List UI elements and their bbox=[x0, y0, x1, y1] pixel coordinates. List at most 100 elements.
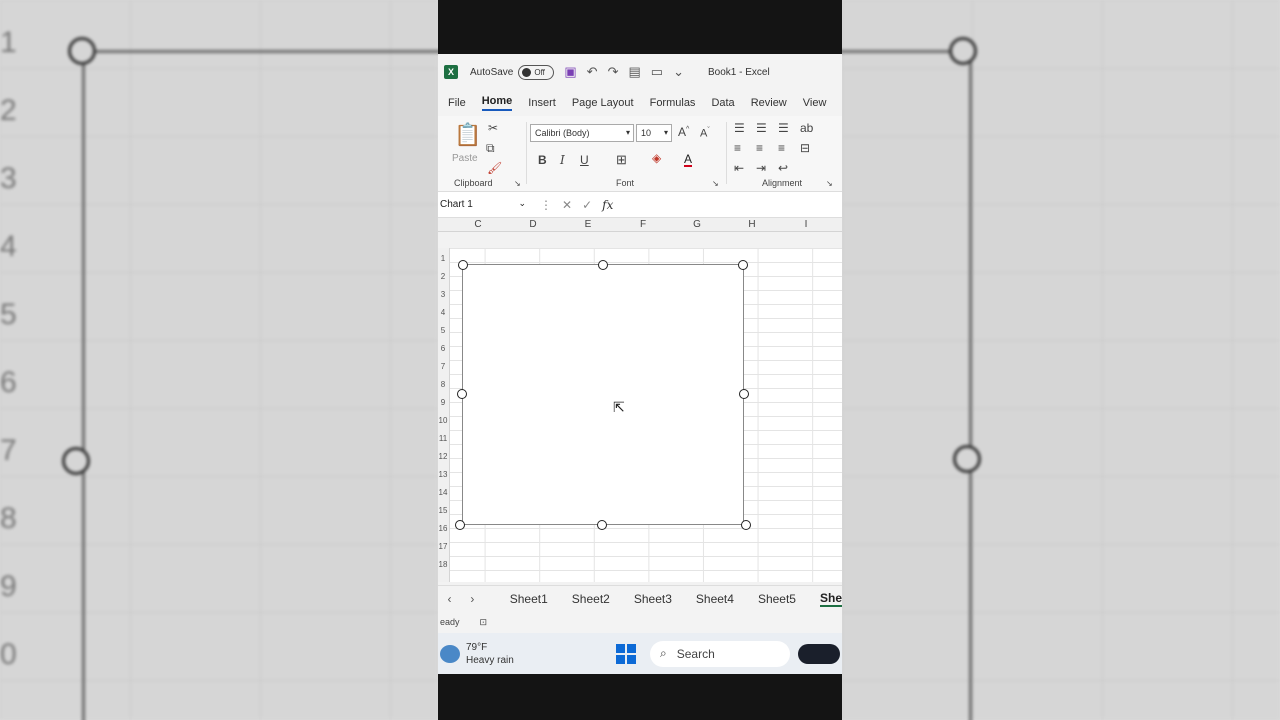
row-header[interactable]: 2 bbox=[438, 272, 448, 281]
column-header-c[interactable]: C bbox=[451, 219, 505, 230]
tab-page-layout[interactable]: Page Layout bbox=[572, 97, 634, 109]
alignment-group: ☰ ☰ ☰ ab ≡ ≡ ≡ ⊟ ⇤ ⇥ ↩ Alignment ↘ bbox=[728, 116, 842, 192]
undo-icon[interactable]: ↶ bbox=[587, 64, 598, 80]
weather-widget[interactable]: 79°F Heavy rain bbox=[438, 641, 616, 667]
customize-toolbar-icon[interactable]: ⌄ bbox=[673, 64, 684, 80]
wrap-text-icon[interactable]: ↩ bbox=[778, 162, 788, 174]
sheet-tab-4[interactable]: Sheet4 bbox=[696, 592, 734, 606]
resize-handle-top-left[interactable] bbox=[458, 260, 468, 270]
accessibility-icon[interactable]: ⊡ bbox=[480, 617, 488, 628]
row-header[interactable]: 10 bbox=[438, 416, 448, 425]
redo-icon[interactable]: ↷ bbox=[608, 64, 619, 80]
borders-icon[interactable]: ⊞ bbox=[616, 153, 627, 166]
row-header[interactable]: 1 bbox=[438, 254, 448, 263]
decrease-indent-icon[interactable]: ⇤ bbox=[734, 162, 744, 174]
column-header-g[interactable]: G bbox=[670, 219, 724, 230]
column-header-f[interactable]: F bbox=[616, 219, 670, 230]
row-header[interactable]: 8 bbox=[438, 380, 448, 389]
decrease-font-icon[interactable]: Aˇ bbox=[700, 127, 710, 140]
align-right-icon[interactable]: ≡ bbox=[778, 142, 785, 154]
column-header-i[interactable]: I bbox=[779, 219, 833, 230]
tab-review[interactable]: Review bbox=[751, 97, 787, 109]
enter-icon[interactable]: ✓ bbox=[582, 198, 592, 212]
fill-color-icon[interactable]: ◈ bbox=[652, 152, 661, 164]
align-middle-icon[interactable]: ☰ bbox=[756, 122, 767, 134]
tab-file[interactable]: File bbox=[448, 97, 466, 109]
chevron-left-icon[interactable]: ‹ bbox=[438, 592, 461, 606]
row-header[interactable]: 16 bbox=[438, 524, 448, 533]
tab-home[interactable]: Home bbox=[481, 95, 513, 111]
taskbar-app-icon[interactable] bbox=[798, 643, 840, 664]
cut-icon[interactable]: ✂ bbox=[488, 122, 498, 134]
row-header[interactable]: 3 bbox=[438, 290, 448, 299]
row-header[interactable]: 12 bbox=[438, 452, 448, 461]
copy-icon[interactable]: ⧉ bbox=[486, 142, 495, 154]
sheet-tab-3[interactable]: Sheet3 bbox=[634, 592, 672, 606]
chart-object[interactable]: ⇱ bbox=[455, 260, 751, 530]
increase-font-icon[interactable]: A^ bbox=[678, 126, 689, 138]
formula-input[interactable] bbox=[623, 193, 842, 216]
save-icon[interactable]: ▣ bbox=[564, 64, 576, 80]
resize-handle-top[interactable] bbox=[598, 260, 608, 270]
blurred-row-number: 2 bbox=[0, 94, 17, 127]
sheet-tab-1[interactable]: Sheet1 bbox=[510, 592, 548, 606]
resize-handle-left[interactable] bbox=[457, 389, 467, 399]
align-center-icon[interactable]: ≡ bbox=[756, 142, 763, 154]
windows-start-icon[interactable] bbox=[616, 643, 636, 664]
resize-handle-right[interactable] bbox=[739, 389, 749, 399]
insert-function-icon[interactable]: fx bbox=[602, 198, 613, 212]
tab-formulas[interactable]: Formulas bbox=[650, 97, 696, 109]
tab-insert[interactable]: Insert bbox=[528, 97, 556, 109]
resize-handle-top-right[interactable] bbox=[738, 260, 748, 270]
autosave-toggle[interactable]: Off bbox=[518, 64, 555, 80]
row-header[interactable]: 5 bbox=[438, 326, 448, 335]
row-header[interactable]: 17 bbox=[438, 542, 448, 551]
row-header[interactable]: 18 bbox=[438, 560, 448, 569]
row-header[interactable]: 4 bbox=[438, 308, 448, 317]
row-header[interactable]: 9 bbox=[438, 398, 448, 407]
row-header[interactable]: 7 bbox=[438, 362, 448, 371]
underline-icon[interactable]: U bbox=[580, 154, 589, 166]
alignment-launcher-icon[interactable]: ↘ bbox=[826, 180, 833, 188]
row-header[interactable]: 6 bbox=[438, 344, 448, 353]
name-box[interactable]: Chart 1 ⌄ bbox=[438, 194, 530, 216]
align-left-icon[interactable]: ≡ bbox=[734, 142, 741, 154]
bold-icon[interactable]: B bbox=[538, 154, 547, 166]
tab-view[interactable]: View bbox=[803, 97, 827, 109]
worksheet-grid[interactable]: 1 2 3 4 5 6 7 8 9 10 11 12 13 14 15 16 1 bbox=[438, 248, 842, 582]
resize-handle-bottom-left[interactable] bbox=[455, 520, 465, 530]
resize-handle-bottom[interactable] bbox=[597, 520, 607, 530]
font-size-box[interactable]: 10 ▾ bbox=[636, 124, 672, 142]
merge-center-icon[interactable]: ⊟ bbox=[800, 142, 810, 154]
italic-icon[interactable]: I bbox=[560, 154, 565, 166]
orientation-icon[interactable]: ab bbox=[800, 122, 813, 134]
comment-icon[interactable]: ▭ bbox=[651, 64, 663, 80]
row-header[interactable]: 11 bbox=[438, 434, 448, 443]
sheet-tab-5[interactable]: Sheet5 bbox=[758, 592, 796, 606]
align-bottom-icon[interactable]: ☰ bbox=[778, 122, 789, 134]
clipboard-launcher-icon[interactable]: ↘ bbox=[514, 180, 521, 188]
tab-data[interactable]: Data bbox=[711, 97, 734, 109]
sheet-tab-active[interactable]: She bbox=[819, 591, 842, 607]
chevron-right-icon[interactable]: › bbox=[461, 592, 484, 606]
paste-label[interactable]: Paste bbox=[452, 154, 478, 164]
align-top-icon[interactable]: ☰ bbox=[734, 122, 745, 134]
column-header-h[interactable]: H bbox=[725, 219, 779, 230]
column-header-d[interactable]: D bbox=[506, 219, 560, 230]
column-header-e[interactable]: E bbox=[561, 219, 615, 230]
row-header[interactable]: 14 bbox=[438, 488, 448, 497]
sheet-tab-2[interactable]: Sheet2 bbox=[572, 592, 610, 606]
resize-handle-bottom-right[interactable] bbox=[741, 520, 751, 530]
increase-indent-icon[interactable]: ⇥ bbox=[756, 162, 766, 174]
row-header[interactable]: 13 bbox=[438, 470, 448, 479]
font-launcher-icon[interactable]: ↘ bbox=[712, 180, 719, 188]
format-painter-icon[interactable]: 🖌 bbox=[487, 162, 502, 174]
taskbar-search[interactable]: ⌕ Search bbox=[650, 640, 790, 667]
paste-icon[interactable]: 📋 bbox=[454, 124, 481, 146]
row-header[interactable]: 15 bbox=[438, 506, 448, 515]
more-icon[interactable]: ⋮ bbox=[540, 198, 552, 212]
print-preview-icon[interactable]: ▤ bbox=[628, 64, 640, 80]
font-color-icon[interactable]: A bbox=[684, 153, 693, 167]
font-name-box[interactable]: Calibri (Body) ▾ bbox=[530, 124, 634, 142]
cancel-icon[interactable]: ✕ bbox=[562, 198, 572, 212]
